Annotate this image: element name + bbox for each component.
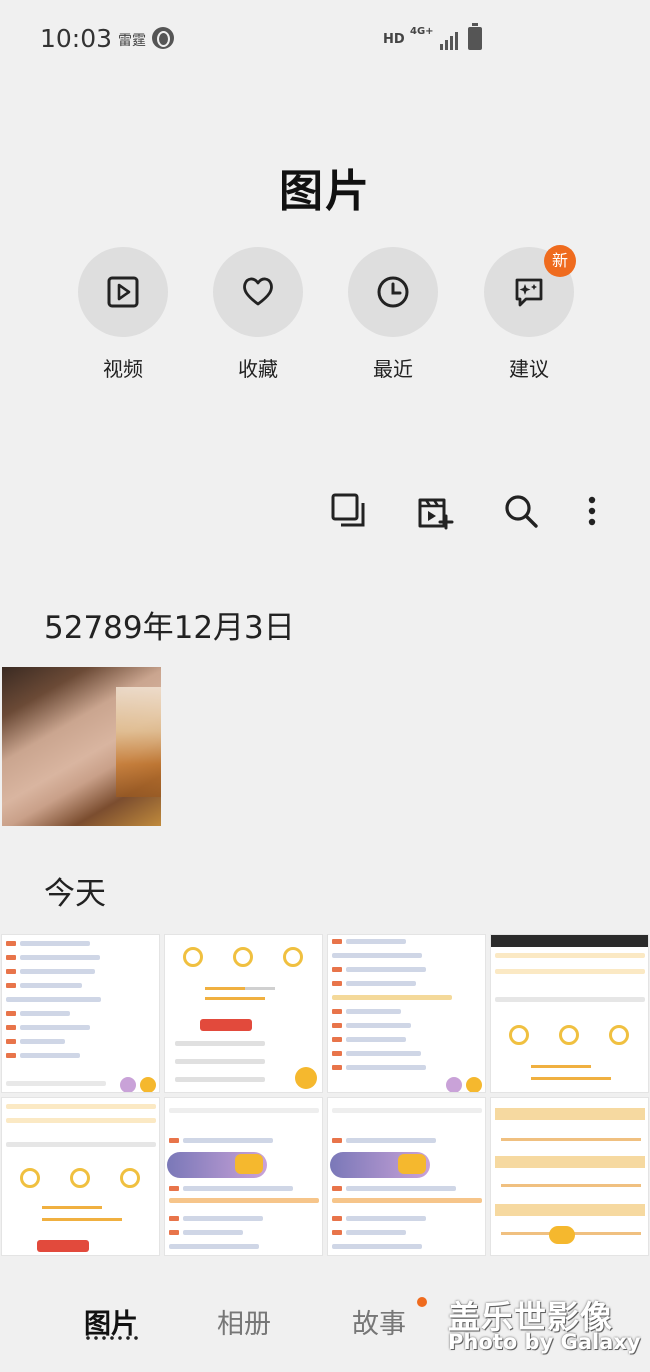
quick-action-video[interactable]: 视频 <box>78 247 168 382</box>
nav-tab-albums[interactable]: 相册 <box>217 1302 271 1341</box>
new-badge: 新 <box>544 245 576 277</box>
status-network: 4G+ <box>410 26 434 37</box>
video-icon-circle[interactable] <box>78 247 168 337</box>
clock-icon-circle[interactable] <box>348 247 438 337</box>
search-icon[interactable] <box>502 492 540 530</box>
photo-thumbnail[interactable] <box>327 1097 486 1256</box>
quick-action-recent[interactable]: 最近 <box>348 247 438 382</box>
signal-icon <box>440 30 462 50</box>
status-time: 10:03 <box>40 24 113 53</box>
status-carrier: 雷霆 <box>118 33 146 49</box>
photo-thumbnail[interactable] <box>164 934 323 1093</box>
suggestion-icon-circle[interactable]: 新 <box>484 245 576 337</box>
quick-action-label: 收藏 <box>238 357 278 381</box>
video-icon <box>107 276 139 308</box>
select-icon[interactable] <box>330 492 368 530</box>
quick-action-suggestions[interactable]: 新 建议 <box>484 245 576 382</box>
photo-thumbnail[interactable] <box>164 1097 323 1256</box>
photo-thumbnail[interactable] <box>1 934 160 1093</box>
photo-thumbnail[interactable] <box>490 934 649 1093</box>
heart-icon <box>243 277 273 306</box>
photo-thumbnail[interactable] <box>1 1097 160 1256</box>
quick-action-favorites[interactable]: 收藏 <box>213 247 303 382</box>
page-title: 图片 <box>279 166 371 217</box>
photo-thumbnail[interactable] <box>490 1097 649 1256</box>
suggestion-icon <box>515 278 543 307</box>
heart-icon-circle[interactable] <box>213 247 303 337</box>
nav-tab-stories[interactable]: 故事 <box>352 1302 406 1341</box>
quick-action-label: 视频 <box>103 357 143 381</box>
photo-thumbnail[interactable] <box>2 667 161 826</box>
create-movie-icon[interactable] <box>416 492 454 530</box>
watermark-en: Photo by Galaxy <box>448 1330 641 1354</box>
stories-notification-dot <box>417 1297 427 1307</box>
battery-icon <box>468 23 482 50</box>
status-bar: 10:03 雷霆 HD 4G+ <box>0 0 650 80</box>
more-icon[interactable] <box>573 492 611 530</box>
status-hd: HD <box>383 32 405 47</box>
photo-thumbnail[interactable] <box>327 934 486 1093</box>
section-date-header: 52789年12月3日 <box>44 610 295 646</box>
clock-icon <box>377 276 409 308</box>
globe-icon <box>152 27 174 49</box>
section-today-header: 今天 <box>44 876 106 912</box>
quick-action-label: 建议 <box>509 357 549 381</box>
quick-action-label: 最近 <box>373 357 413 381</box>
active-tab-indicator <box>84 1336 140 1340</box>
